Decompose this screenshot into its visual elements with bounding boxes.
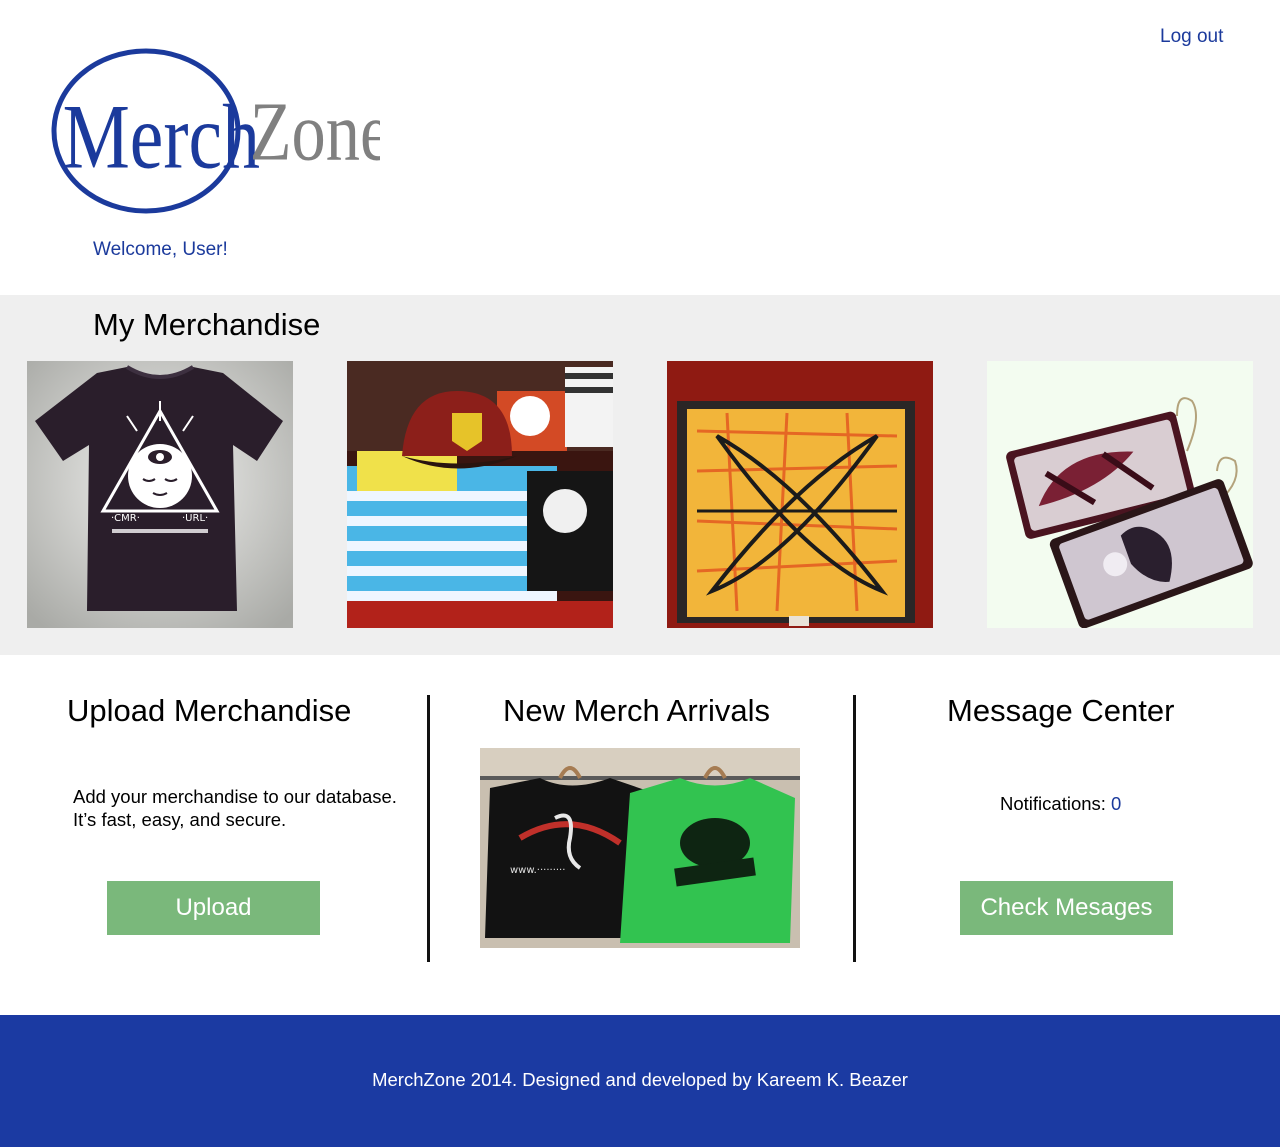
merch-item-hat-shirts[interactable] [347, 361, 613, 628]
logout-link[interactable]: Log out [1160, 26, 1223, 48]
merchzone-logo[interactable]: Merch Zone [50, 42, 390, 222]
logo-text-merch: Merch [63, 86, 260, 188]
svg-text:www.·········: www.········· [510, 865, 565, 876]
merch-item-painting[interactable] [667, 361, 933, 628]
divider-right [853, 695, 856, 962]
header: Log out Merch Zone Welcome, User! [0, 0, 1280, 295]
painting-photo-icon [667, 361, 933, 628]
merch-item-tshirt[interactable]: ·CMR· ·URL· [27, 361, 293, 628]
arrivals-title: New Merch Arrivals [503, 693, 770, 728]
my-merchandise-section: My Merchandise ·CMR· ·URL· [0, 295, 1280, 655]
message-center-title: Message Center [947, 693, 1175, 728]
svg-text:·CMR·: ·CMR· [111, 513, 140, 524]
notifications-status: Notifications: 0 [1000, 793, 1121, 815]
new-shirts-photo-icon: www.········· [480, 748, 800, 948]
footer: MerchZone 2014. Designed and developed b… [0, 1015, 1280, 1147]
upload-title: Upload Merchandise [67, 693, 352, 728]
footer-credit: MerchZone 2014. Designed and developed b… [372, 1069, 908, 1090]
check-messages-button[interactable]: Check Mesages [960, 881, 1173, 935]
notifications-label: Notifications: [1000, 793, 1106, 814]
section-title: My Merchandise [93, 307, 321, 342]
new-arrivals-image[interactable]: www.········· [480, 748, 800, 948]
earrings-photo-icon [987, 361, 1253, 628]
dashboard-panels: Upload Merchandise Add your merchandise … [0, 655, 1280, 1015]
upload-button[interactable]: Upload [107, 881, 320, 935]
divider-left [427, 695, 430, 962]
svg-text:·URL·: ·URL· [182, 513, 208, 524]
notifications-count: 0 [1111, 793, 1122, 814]
hat-shirts-photo-icon [347, 361, 613, 628]
tshirt-photo-icon: ·CMR· ·URL· [27, 361, 293, 628]
merch-item-earrings[interactable] [987, 361, 1253, 628]
welcome-message: Welcome, User! [93, 239, 228, 260]
logo-text-zone: Zone [250, 85, 380, 178]
upload-description: Add your merchandise to our database. It… [73, 786, 397, 830]
